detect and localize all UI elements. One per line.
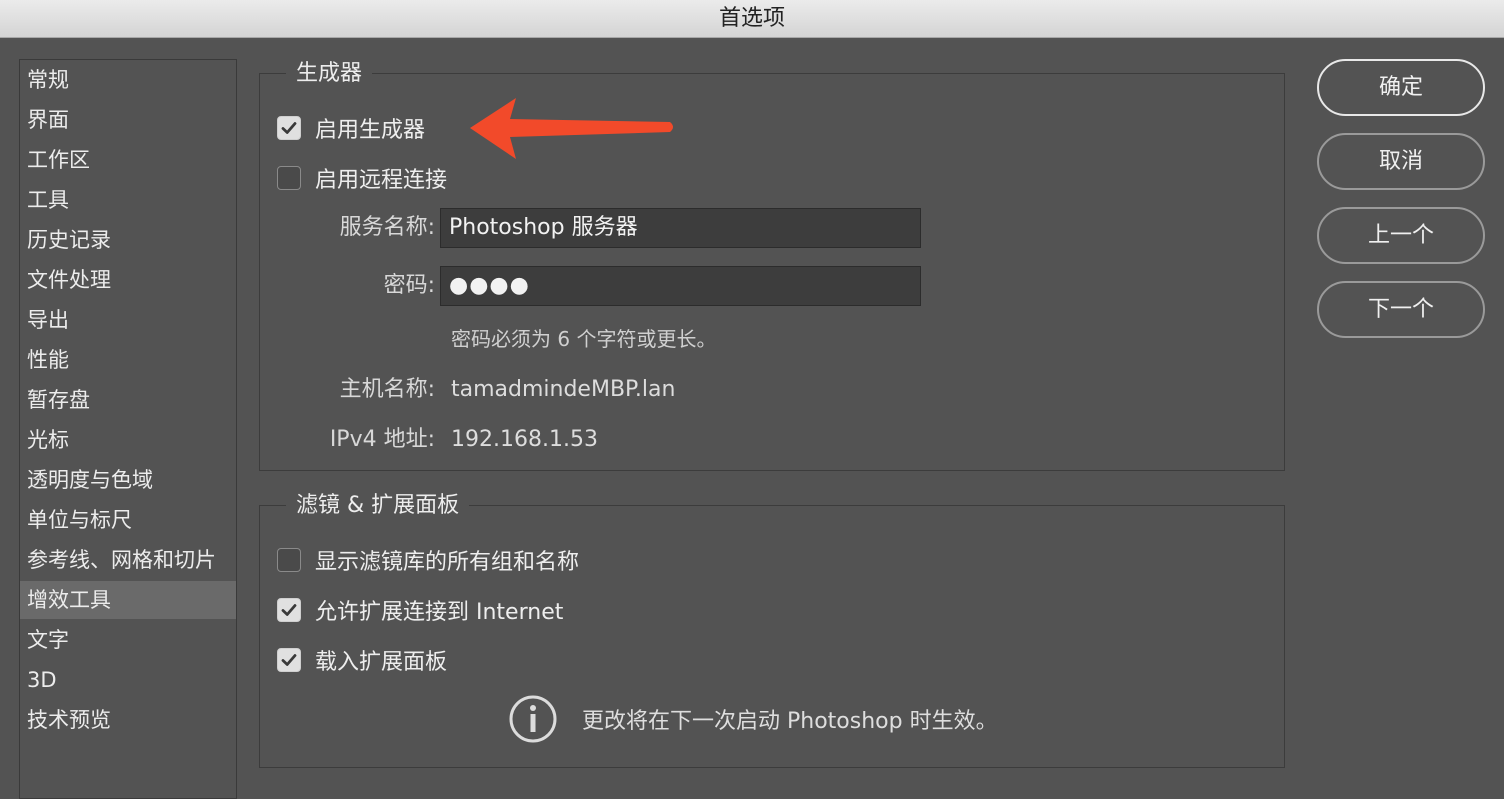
- password-input[interactable]: ●●●●: [440, 266, 921, 306]
- show-all-groups-label: 显示滤镜库的所有组和名称: [315, 550, 580, 575]
- checkmark-icon: [281, 604, 297, 616]
- sidebar-item-workspace[interactable]: 工作区: [20, 141, 236, 179]
- cancel-button[interactable]: 取消: [1317, 133, 1485, 190]
- load-extension-panels-checkbox[interactable]: [277, 648, 301, 672]
- sidebar-item-cursors[interactable]: 光标: [20, 421, 236, 459]
- load-extension-panels-row[interactable]: 载入扩展面板: [277, 642, 447, 678]
- generator-group: 生成器 启用生成器 启用远程连接 服务名称: Photoshop 服务器 密码:…: [259, 57, 1285, 471]
- ok-button[interactable]: 确定: [1317, 59, 1485, 116]
- next-button[interactable]: 下一个: [1317, 281, 1485, 338]
- enable-remote-row[interactable]: 启用远程连接: [277, 160, 447, 196]
- ipv4-label: IPv4 地址:: [329, 427, 435, 452]
- info-icon: [509, 695, 557, 743]
- sidebar-item-units-rulers[interactable]: 单位与标尺: [20, 501, 236, 539]
- hostname-value: tamadmindeMBP.lan: [451, 377, 676, 402]
- annotation-arrow-icon: [470, 98, 673, 159]
- sidebar-item-general[interactable]: 常规: [20, 61, 236, 99]
- preferences-sidebar: 常规 界面 工作区 工具 历史记录 文件处理 导出 性能 暂存盘 光标 透明度与…: [19, 59, 237, 799]
- allow-extensions-internet-label: 允许扩展连接到 Internet: [315, 600, 564, 625]
- sidebar-item-history[interactable]: 历史记录: [20, 221, 236, 259]
- sidebar-item-technology-previews[interactable]: 技术预览: [20, 701, 236, 739]
- checkmark-icon: [281, 122, 297, 134]
- sidebar-item-scratch-disks[interactable]: 暂存盘: [20, 381, 236, 419]
- sidebar-item-tools[interactable]: 工具: [20, 181, 236, 219]
- sidebar-item-export[interactable]: 导出: [20, 301, 236, 339]
- service-name-label: 服务名称:: [339, 215, 435, 240]
- show-all-groups-row[interactable]: 显示滤镜库的所有组和名称: [277, 542, 579, 578]
- load-extension-panels-label: 载入扩展面板: [315, 650, 448, 675]
- enable-generator-checkbox[interactable]: [277, 116, 301, 140]
- sidebar-item-performance[interactable]: 性能: [20, 341, 236, 379]
- sidebar-item-type[interactable]: 文字: [20, 621, 236, 659]
- sidebar-item-guides-grid-slices[interactable]: 参考线、网格和切片: [20, 541, 236, 579]
- enable-generator-row[interactable]: 启用生成器: [277, 110, 425, 146]
- info-message-text: 更改将在下一次启动 Photoshop 时生效。: [582, 709, 998, 734]
- info-message: 更改将在下一次启动 Photoshop 时生效。: [508, 694, 998, 744]
- sidebar-item-interface[interactable]: 界面: [20, 101, 236, 139]
- sidebar-item-3d[interactable]: 3D: [20, 661, 236, 699]
- password-label: 密码:: [383, 273, 435, 298]
- allow-extensions-internet-row[interactable]: 允许扩展连接到 Internet: [277, 592, 563, 628]
- hostname-label: 主机名称:: [339, 377, 435, 402]
- show-all-groups-checkbox[interactable]: [277, 548, 301, 572]
- prev-button[interactable]: 上一个: [1317, 207, 1485, 264]
- enable-remote-label: 启用远程连接: [315, 168, 448, 193]
- window-title: 首选项: [718, 6, 785, 31]
- sidebar-item-file-handling[interactable]: 文件处理: [20, 261, 236, 299]
- generator-group-title: 生成器: [286, 57, 373, 91]
- service-name-input[interactable]: Photoshop 服务器: [440, 208, 921, 248]
- ipv4-value: 192.168.1.53: [451, 427, 598, 452]
- checkmark-icon: [281, 654, 297, 666]
- sidebar-item-transparency-gamut[interactable]: 透明度与色域: [20, 461, 236, 499]
- window-titlebar: 首选项: [0, 0, 1504, 38]
- enable-remote-checkbox[interactable]: [277, 166, 301, 190]
- allow-extensions-internet-checkbox[interactable]: [277, 598, 301, 622]
- password-hint: 密码必须为 6 个字符或更长。: [451, 327, 717, 351]
- filters-extensions-group-title: 滤镜 & 扩展面板: [286, 489, 470, 523]
- enable-generator-label: 启用生成器: [315, 118, 426, 143]
- sidebar-item-plugins[interactable]: 增效工具: [20, 581, 236, 619]
